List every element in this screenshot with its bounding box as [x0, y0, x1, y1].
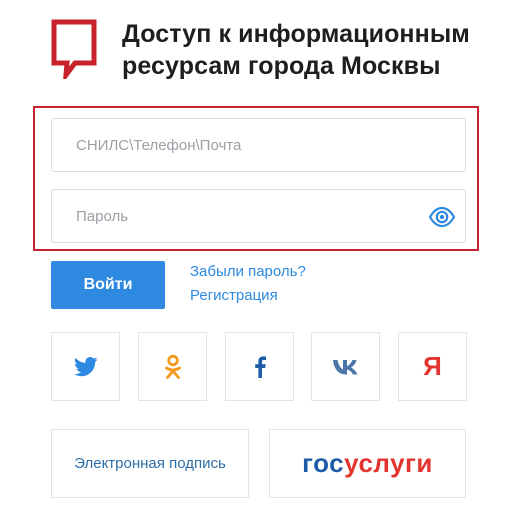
- odnoklassniki-icon: [164, 354, 181, 379]
- title-line-2: ресурсам города Москвы: [122, 52, 441, 80]
- password-input[interactable]: [74, 206, 443, 226]
- facebook-login-button[interactable]: [225, 332, 294, 401]
- forgot-password-link[interactable]: Забыли пароль?: [190, 263, 306, 280]
- gosuslugi-logo: госуслуги: [302, 448, 433, 479]
- vk-login-button[interactable]: [311, 332, 380, 401]
- gosuslugi-logo-part2: услуги: [344, 448, 433, 478]
- vk-icon: [332, 359, 357, 374]
- odnoklassniki-login-button[interactable]: [138, 332, 207, 401]
- title-line-1: Доступ к информационным: [122, 20, 470, 48]
- speech-bubble-logo-icon: [51, 19, 97, 79]
- gosuslugi-button[interactable]: госуслуги: [269, 429, 466, 498]
- yandex-login-button[interactable]: Я: [398, 332, 467, 401]
- login-field[interactable]: [51, 118, 466, 172]
- eye-icon[interactable]: [429, 206, 455, 228]
- page-title: Доступ к информационным ресурсам города …: [122, 18, 502, 82]
- login-button[interactable]: Войти: [51, 261, 165, 309]
- electronic-signature-button[interactable]: Электронная подпись: [51, 429, 249, 498]
- electronic-signature-label: Электронная подпись: [74, 455, 226, 472]
- facebook-icon: [254, 355, 266, 378]
- password-field[interactable]: [51, 189, 466, 243]
- twitter-login-button[interactable]: [51, 332, 120, 401]
- login-input[interactable]: [74, 135, 443, 155]
- yandex-icon: Я: [423, 351, 442, 381]
- twitter-icon: [73, 356, 97, 376]
- register-link[interactable]: Регистрация: [190, 287, 278, 304]
- gosuslugi-logo-part1: гос: [302, 448, 345, 478]
